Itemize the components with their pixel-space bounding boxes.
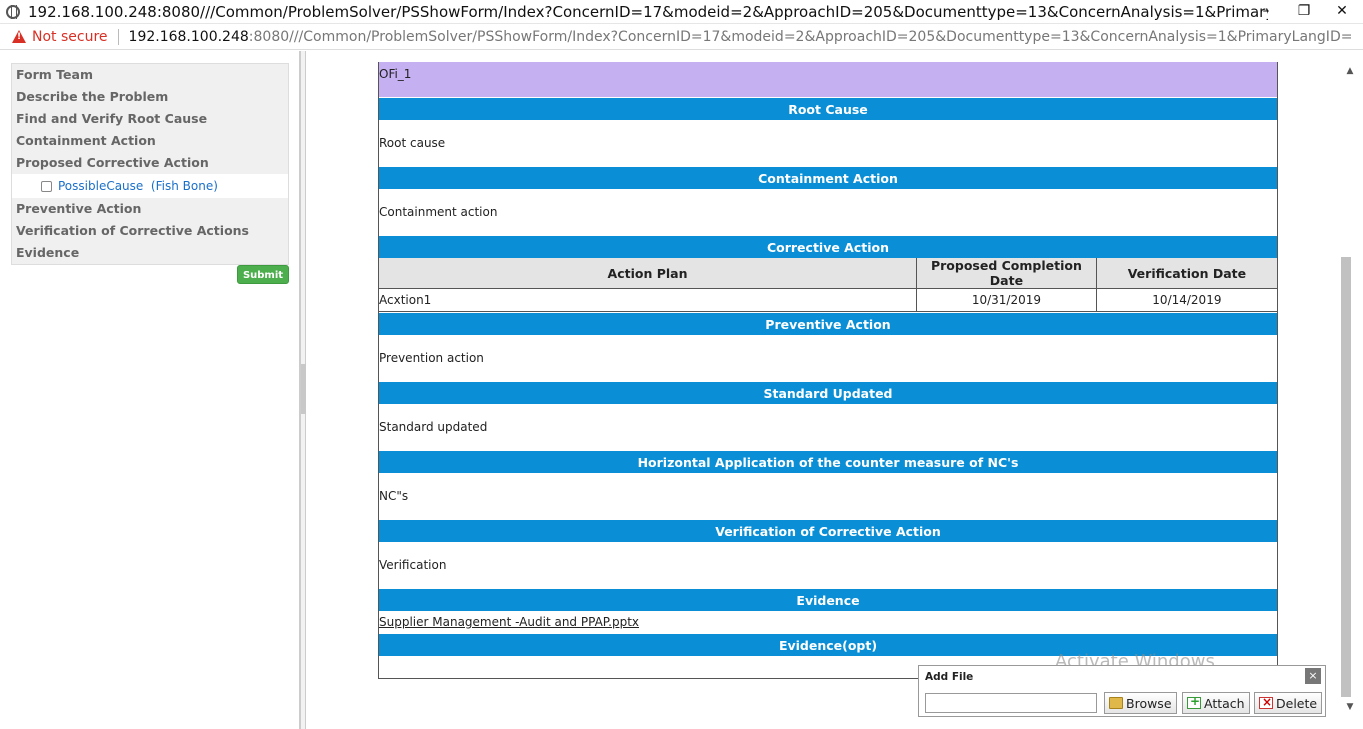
splitter-grip[interactable]: [301, 364, 306, 414]
containment-text: Containment action: [379, 189, 1277, 235]
column-header: Verification Date: [1095, 258, 1277, 289]
browse-button[interactable]: Browse: [1104, 692, 1177, 714]
root-cause-text: Root cause: [379, 120, 1277, 166]
form-content: OFi_1 Root Cause Root cause Containment …: [307, 51, 1337, 729]
close-window-button[interactable]: ✕: [1329, 0, 1355, 24]
close-icon[interactable]: ×: [1305, 668, 1321, 684]
scroll-down-icon[interactable]: ▼: [1341, 698, 1359, 716]
evidence-header: Evidence: [379, 588, 1277, 611]
address-bar[interactable]: Not secure 192.168.100.248:8080///Common…: [0, 24, 1363, 50]
horizontal-header: Horizontal Application of the counter me…: [379, 450, 1277, 473]
nav-item-form-team[interactable]: Form Team: [12, 64, 288, 86]
pane-splitter[interactable]: [300, 51, 306, 729]
nav-item-containment[interactable]: Containment Action: [12, 130, 288, 152]
restore-button[interactable]: ❐: [1291, 0, 1317, 24]
warning-icon: [12, 30, 26, 43]
scroll-up-icon[interactable]: ▲: [1341, 62, 1359, 80]
table-row: Acxtion1 10/31/2019 10/14/2019: [379, 288, 1277, 312]
delete-icon: [1259, 695, 1273, 709]
standard-text: Standard updated: [379, 404, 1277, 450]
nav-item-verification[interactable]: Verification of Corrective Actions: [12, 220, 288, 242]
table-header-row: Action Plan Proposed Completion Date Ver…: [379, 258, 1277, 289]
add-file-panel: Add File × Browse Attach Delete: [918, 665, 1326, 717]
preventive-text: Prevention action: [379, 335, 1277, 381]
vertical-scrollbar[interactable]: ▲ ▼: [1337, 62, 1363, 729]
nav-item-evidence[interactable]: Evidence: [12, 242, 288, 264]
possible-cause-checkbox[interactable]: [41, 180, 52, 192]
corrective-header: Corrective Action: [379, 235, 1277, 258]
column-header: Action Plan: [379, 258, 918, 289]
address-separator: [117, 28, 119, 45]
attach-icon: [1187, 694, 1201, 709]
attach-label: Attach: [1204, 695, 1245, 711]
left-pane: Form Team Describe the Problem Find and …: [0, 51, 300, 729]
nav-item-describe-problem[interactable]: Describe the Problem: [12, 86, 288, 108]
containment-header: Containment Action: [379, 166, 1277, 189]
evidence-file-link[interactable]: Supplier Management -Audit and PPAP.pptx: [379, 615, 639, 629]
horizontal-text: NC"s: [379, 473, 1277, 519]
nav-item-root-cause[interactable]: Find and Verify Root Cause: [12, 108, 288, 130]
delete-button[interactable]: Delete: [1254, 692, 1323, 714]
verification-date-cell: 10/14/2019: [1095, 288, 1277, 312]
window-title: 192.168.100.248:8080///Common/ProblemSol…: [28, 2, 1268, 21]
add-file-label: Add File: [925, 671, 974, 683]
file-path-input[interactable]: [925, 693, 1097, 713]
action-plan-cell: Acxtion1: [379, 288, 918, 312]
globe-icon: [6, 4, 20, 19]
section-nav: Form Team Describe the Problem Find and …: [11, 63, 289, 265]
evidence-row: Supplier Management -Audit and PPAP.pptx: [379, 611, 1277, 633]
corrective-action-table: Action Plan Proposed Completion Date Ver…: [379, 258, 1277, 312]
window-titlebar: 192.168.100.248:8080///Common/ProblemSol…: [0, 0, 1363, 24]
ofi-row: OFi_1: [379, 62, 1277, 97]
evidence-opt-header: Evidence(opt): [379, 633, 1277, 656]
problem-solver-form: OFi_1 Root Cause Root cause Containment …: [378, 62, 1278, 679]
submit-button[interactable]: Submit: [237, 265, 289, 284]
verification-header: Verification of Corrective Action: [379, 519, 1277, 542]
attach-button[interactable]: Attach: [1182, 692, 1250, 714]
nav-item-preventive[interactable]: Preventive Action: [12, 198, 288, 220]
completion-date-cell: 10/31/2019: [916, 288, 1097, 312]
delete-label: Delete: [1276, 695, 1318, 711]
column-header: Proposed Completion Date: [916, 258, 1097, 289]
browse-label: Browse: [1126, 695, 1172, 711]
root-cause-header: Root Cause: [379, 97, 1277, 120]
url-text[interactable]: 192.168.100.248:8080///Common/ProblemSol…: [129, 29, 1354, 45]
nav-item-proposed-corrective[interactable]: Proposed Corrective Action: [12, 152, 288, 174]
nav-subitem-possible-cause[interactable]: PossibleCause (Fish Bone): [12, 174, 288, 198]
security-status[interactable]: Not secure: [32, 29, 108, 45]
standard-header: Standard Updated: [379, 381, 1277, 404]
preventive-header: Preventive Action: [379, 312, 1277, 335]
folder-icon: [1109, 697, 1123, 709]
possible-cause-link[interactable]: PossibleCause (Fish Bone): [58, 174, 218, 198]
verification-text: Verification: [379, 542, 1277, 588]
scroll-thumb[interactable]: [1341, 257, 1351, 697]
minimize-button[interactable]: –: [1253, 0, 1279, 24]
url-host: 192.168.100.248: [128, 28, 249, 45]
url-path: :8080///Common/ProblemSolver/PSShowForm/…: [248, 28, 1354, 45]
